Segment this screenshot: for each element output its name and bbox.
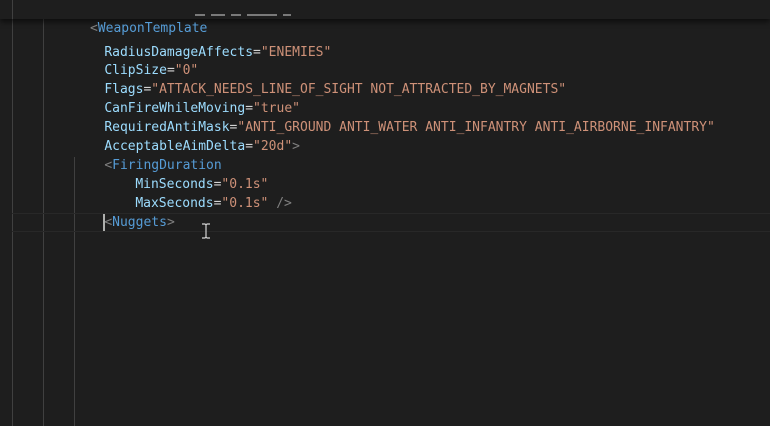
- code-editor[interactable]: <WeaponTemplate RadiusDamageAffects="ENE…: [0, 0, 770, 426]
- code-line-nuggets[interactable]: <Nuggets>: [73, 194, 174, 230]
- attribute-value: "ENEMIES": [260, 45, 332, 60]
- attribute-value: "20d": [253, 139, 293, 154]
- tag-name: Nuggets: [112, 215, 167, 230]
- indent-guide: [12, 0, 13, 19]
- tag-name: WeaponTemplate: [97, 21, 208, 36]
- equals-sign: =: [245, 139, 254, 154]
- code-line[interactable]: RequiredAntiMask="ANTI_GROUND ANTI_WATER…: [73, 99, 715, 135]
- tag-close-bracket: >: [292, 139, 300, 154]
- code-line[interactable]: ClipSize="0": [73, 42, 198, 78]
- tag-open-bracket: <: [89, 21, 98, 36]
- attribute-value: "0.1s": [221, 196, 269, 211]
- self-closing-tag: />: [268, 196, 292, 211]
- tag-open-bracket: <: [104, 215, 113, 230]
- tag-close-bracket: >: [166, 215, 175, 230]
- code-line[interactable]: MinSeconds="0.1s": [104, 156, 268, 192]
- sticky-line-weapon-template[interactable]: <WeaponTemplate: [43, 0, 207, 36]
- attribute-value: "ANTI_GROUND ANTI_WATER ANTI_INFANTRY AN…: [237, 120, 715, 135]
- code-line[interactable]: AcceptableAimDelta="20d">: [73, 118, 300, 154]
- sticky-scroll-header[interactable]: <WeaponTemplate: [0, 0, 770, 36]
- equals-sign: =: [253, 45, 261, 60]
- ibeam-cursor-icon: [202, 223, 210, 239]
- code-line[interactable]: Flags="ATTACK_NEEDS_LINE_OF_SIGHT NOT_AT…: [73, 61, 566, 97]
- code-line-firing-duration[interactable]: <FiringDuration: [73, 137, 221, 173]
- text-cursor: [103, 214, 105, 231]
- partially-scrolled-line: [195, 14, 305, 18]
- code-line[interactable]: MaxSeconds="0.1s" />: [104, 175, 292, 211]
- code-line[interactable]: CanFireWhileMoving="true": [73, 80, 300, 116]
